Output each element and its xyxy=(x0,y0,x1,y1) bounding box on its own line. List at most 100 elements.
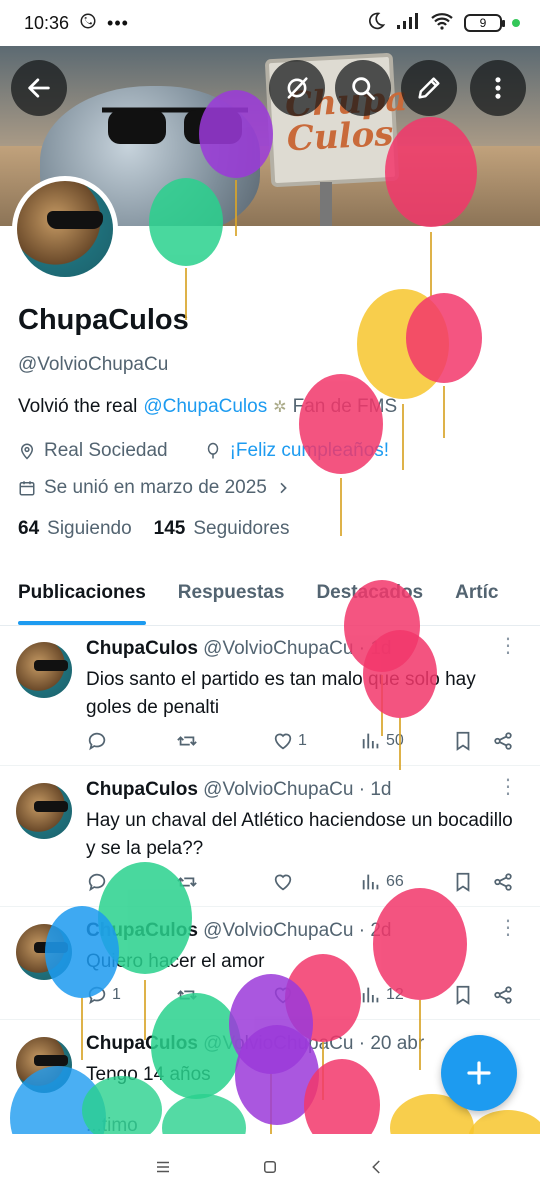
signal-icon xyxy=(396,12,420,35)
battery-icon: 9 xyxy=(464,14,505,32)
following-label[interactable]: Siguiendo xyxy=(47,518,132,540)
retweet-button[interactable] xyxy=(176,730,202,752)
heart-icon xyxy=(274,987,292,1004)
share-button[interactable] xyxy=(492,871,514,893)
back-button[interactable] xyxy=(11,60,67,116)
post-author[interactable]: ChupaCulos xyxy=(86,638,198,659)
views-icon xyxy=(362,987,379,1003)
profile-tabs: Publicaciones Respuestas Destacados Artí… xyxy=(0,568,540,626)
profile-handle: @VolvioChupaCu xyxy=(18,354,169,375)
views-button[interactable]: 50 xyxy=(360,730,404,752)
reply-button[interactable]: 1 xyxy=(86,984,121,1006)
more-options-button[interactable] xyxy=(470,60,526,116)
search-button[interactable] xyxy=(335,60,391,116)
tab-articulos[interactable]: Artíc xyxy=(455,568,498,625)
system-nav-bar xyxy=(0,1134,540,1199)
post-header: ChupaCulos @VolvioChupaCu · 1d xyxy=(86,638,391,660)
post-actions: 66 xyxy=(86,867,526,897)
post-author[interactable]: ChupaCulos xyxy=(86,920,198,941)
like-button[interactable]: 1 xyxy=(272,730,307,752)
post-author[interactable]: ChupaCulos xyxy=(86,1033,198,1054)
post-more-icon[interactable]: ⋮ xyxy=(498,777,518,797)
avatar-image xyxy=(17,181,113,277)
share-icon xyxy=(494,732,512,750)
post-more-icon[interactable]: ⋮ xyxy=(498,918,518,938)
views-count: 12 xyxy=(386,986,404,1003)
retweet-icon xyxy=(177,877,197,887)
views-count: 50 xyxy=(386,732,404,749)
banner-sunglasses xyxy=(102,107,248,144)
follow-stats: 64 Siguiendo 145 Seguidores xyxy=(18,518,304,540)
views-button[interactable]: 12 xyxy=(360,984,404,1006)
post-avatar[interactable] xyxy=(16,924,72,980)
home-icon[interactable] xyxy=(261,1158,279,1176)
post-meta: @VolvioChupaCu · 1d xyxy=(203,779,392,800)
post-actions: 1 50 xyxy=(86,726,526,756)
reply-button[interactable] xyxy=(86,871,112,893)
bookmark-button[interactable] xyxy=(452,984,474,1006)
post-avatar[interactable] xyxy=(16,783,72,839)
bookmark-button[interactable] xyxy=(452,871,474,893)
location-pin-icon xyxy=(20,443,34,460)
tab-respuestas[interactable]: Respuestas xyxy=(178,568,285,625)
views-count: 66 xyxy=(386,873,404,890)
share-icon xyxy=(494,986,512,1004)
views-icon xyxy=(362,733,379,749)
retweet-icon xyxy=(177,990,197,1000)
following-count[interactable]: 64 xyxy=(18,518,39,540)
profile-joined: Se unió en marzo de 2025 xyxy=(44,477,267,498)
post-author[interactable]: ChupaCulos xyxy=(86,779,198,800)
followers-count[interactable]: 145 xyxy=(154,518,186,540)
post-meta: @VolvioChupaCu · 1d xyxy=(203,638,392,659)
profile-location: Real Sociedad xyxy=(44,440,168,461)
profile-bio: Volvió the real @ChupaCulos ✲ Fan de FMS xyxy=(18,396,397,418)
bookmark-icon xyxy=(456,872,470,892)
views-button[interactable]: 66 xyxy=(360,871,404,893)
reply-count: 1 xyxy=(112,986,121,1003)
retweet-icon xyxy=(177,736,197,746)
views-icon xyxy=(362,874,379,890)
post-avatar[interactable] xyxy=(16,642,72,698)
post-text: Dios santo el partido es tan malo que so… xyxy=(86,669,476,718)
followers-label[interactable]: Seguidores xyxy=(193,518,289,540)
wifi-icon xyxy=(430,12,454,35)
reply-button[interactable] xyxy=(86,730,112,752)
birthday-link[interactable]: ¡Feliz cumpleaños! xyxy=(230,440,389,462)
bookmark-button[interactable] xyxy=(452,730,474,752)
reply-icon xyxy=(88,873,106,892)
post-meta: @VolvioChupaCu · 2d xyxy=(203,920,392,941)
status-time: 10:36 xyxy=(24,12,70,33)
bio-mention-link[interactable]: @ChupaCulos xyxy=(143,396,267,418)
balloon-pink-right xyxy=(406,293,482,438)
tab-publicaciones[interactable]: Publicaciones xyxy=(18,568,146,625)
retweet-button[interactable] xyxy=(176,871,202,893)
post-avatar[interactable] xyxy=(16,1037,72,1093)
heart-icon xyxy=(274,733,292,750)
post-item[interactable]: ChupaCulos @VolvioChupaCu · 1d ⋮ Dios sa… xyxy=(0,626,540,766)
like-button[interactable] xyxy=(272,984,298,1006)
more-vertical-icon xyxy=(495,77,501,99)
more-notifications-icon: ••• xyxy=(107,12,129,33)
edit-button[interactable] xyxy=(401,60,457,116)
bookmark-icon xyxy=(456,731,470,751)
compose-post-button[interactable] xyxy=(441,1035,517,1111)
profile-meta-row: Real Sociedad ¡Feliz cumpleaños! xyxy=(18,440,389,462)
calendar-icon xyxy=(19,481,35,496)
retweet-button[interactable] xyxy=(176,984,202,1006)
back-arrow-icon xyxy=(28,78,50,98)
post-more-icon[interactable]: ⋮ xyxy=(498,636,518,656)
system-back-icon[interactable] xyxy=(368,1158,386,1176)
profile-avatar[interactable] xyxy=(12,176,118,282)
balloon-icon xyxy=(207,442,218,459)
status-bar: 10:36 ••• 9 xyxy=(0,0,540,46)
share-button[interactable] xyxy=(492,730,514,752)
joined-row[interactable]: Se unió en marzo de 2025 xyxy=(18,477,291,499)
share-button[interactable] xyxy=(492,984,514,1006)
grok-button[interactable] xyxy=(269,60,325,116)
post-item[interactable]: ChupaCulos @VolvioChupaCu · 2d ⋮ Quiero … xyxy=(0,908,540,1020)
recent-apps-icon[interactable] xyxy=(154,1158,172,1176)
like-button[interactable] xyxy=(272,871,298,893)
post-item[interactable]: ChupaCulos @VolvioChupaCu · 1d ⋮ Hay un … xyxy=(0,767,540,907)
profile-name: ChupaCulos xyxy=(18,304,189,336)
tab-destacados[interactable]: Destacados xyxy=(316,568,423,625)
